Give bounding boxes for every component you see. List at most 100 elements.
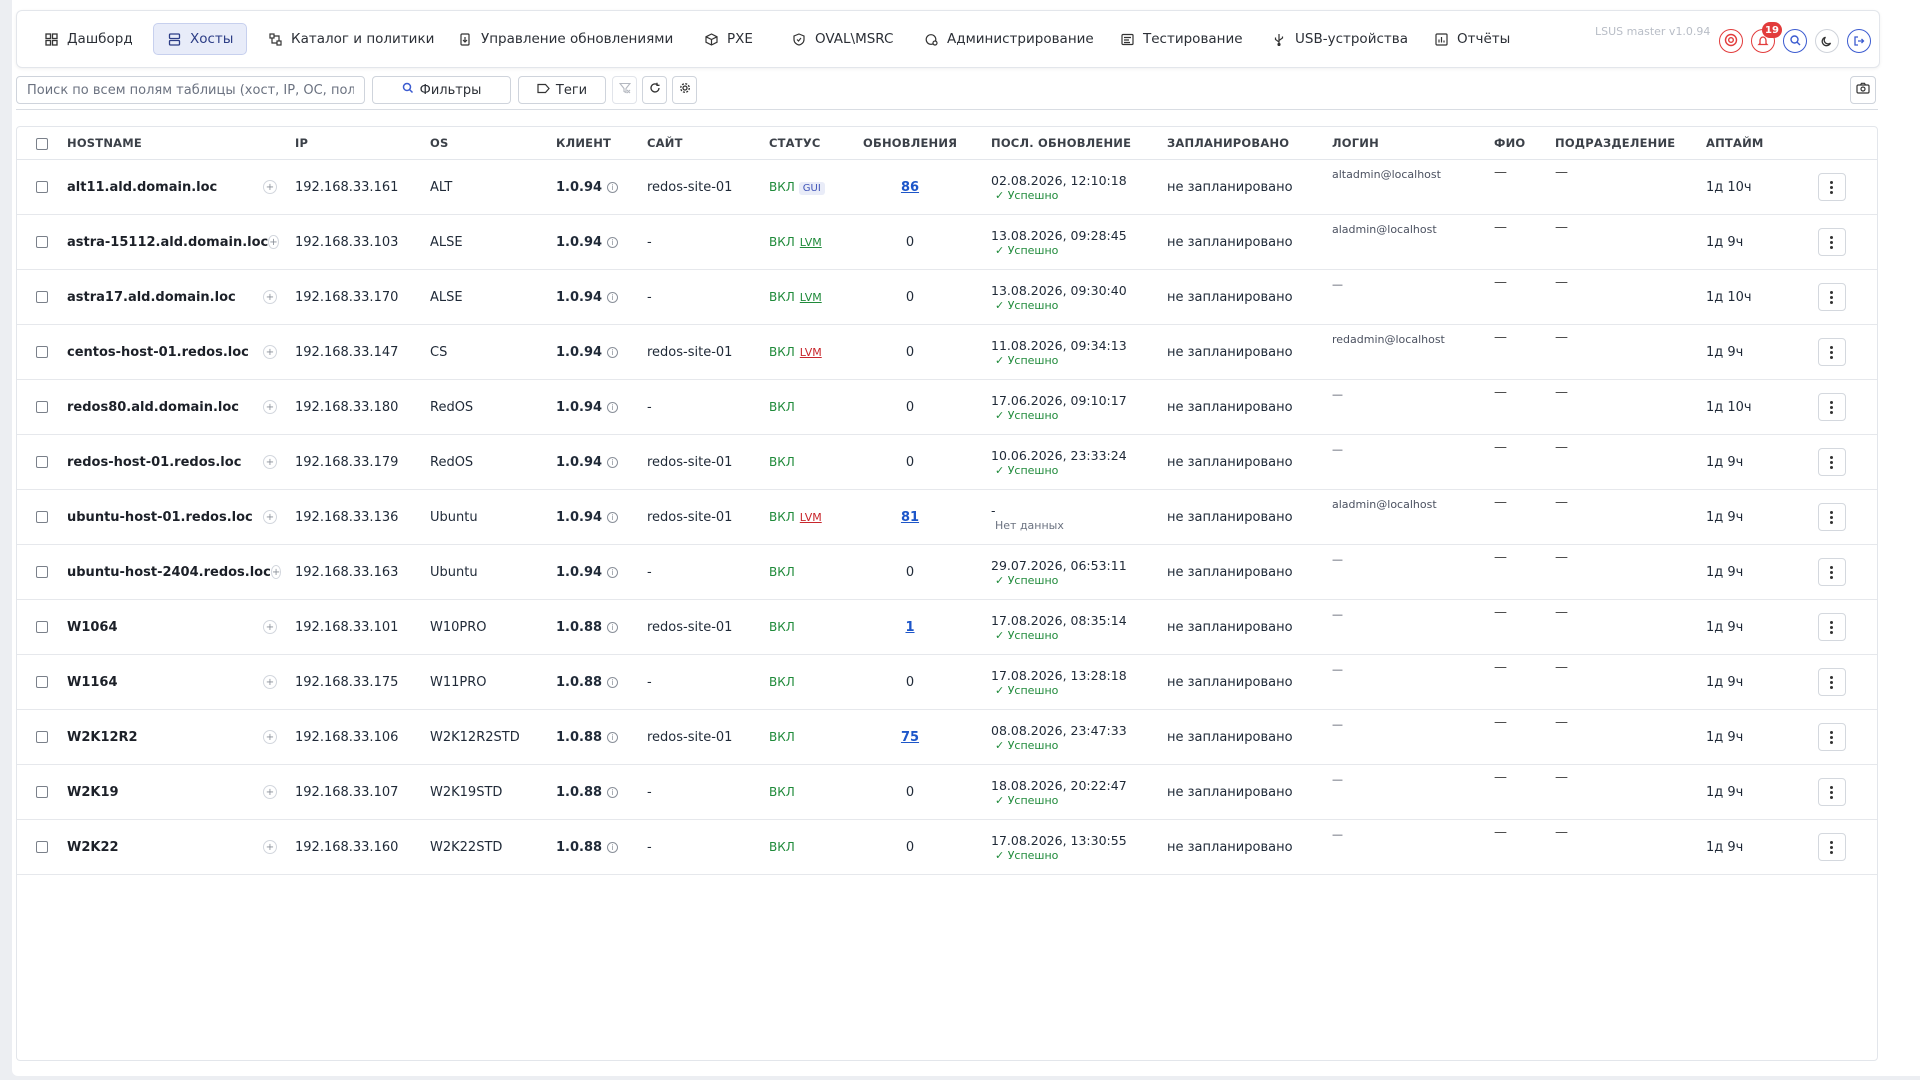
- updates-count[interactable]: 81: [901, 510, 919, 525]
- row-checkbox[interactable]: [36, 841, 48, 853]
- row-actions-menu-button[interactable]: [1817, 283, 1846, 312]
- table-row[interactable]: W2K19 + 192.168.33.107 W2K19STD 1.0.88 i …: [17, 764, 1877, 820]
- col-client[interactable]: КЛИЕНТ: [556, 127, 647, 160]
- info-icon[interactable]: i: [607, 346, 619, 358]
- row-actions-menu-button[interactable]: [1817, 228, 1846, 257]
- info-icon[interactable]: i: [607, 786, 619, 798]
- info-icon[interactable]: i: [607, 566, 619, 578]
- add-tag-plus-icon[interactable]: +: [263, 290, 277, 304]
- theme-toggle-button[interactable]: [1815, 29, 1839, 53]
- col-updates[interactable]: ОБНОВЛЕНИЯ: [863, 127, 991, 160]
- col-ip[interactable]: IP: [295, 127, 430, 160]
- table-row[interactable]: astra-15112.ald.domain.loc + 192.168.33.…: [17, 214, 1877, 270]
- updates-count[interactable]: 75: [901, 730, 919, 745]
- hostname-cell[interactable]: centos-host-01.redos.loc: [67, 345, 249, 360]
- tab-catalog[interactable]: Каталог и политики: [255, 23, 447, 55]
- row-actions-menu-button[interactable]: [1817, 558, 1846, 587]
- add-tag-plus-icon[interactable]: +: [263, 455, 277, 469]
- notifications-button[interactable]: 19: [1751, 22, 1782, 53]
- add-tag-plus-icon[interactable]: +: [263, 675, 277, 689]
- table-row[interactable]: alt11.ald.domain.loc + 192.168.33.161 AL…: [17, 159, 1877, 215]
- hostname-cell[interactable]: W1064: [67, 620, 118, 635]
- add-tag-plus-icon[interactable]: +: [270, 565, 282, 579]
- tab-hosts[interactable]: Хосты: [153, 23, 248, 55]
- tab-administration[interactable]: Администрирование: [911, 23, 1107, 55]
- col-site[interactable]: САЙТ: [647, 127, 769, 160]
- col-uptime[interactable]: АПТАЙМ: [1706, 127, 1786, 160]
- tab-usb-devices[interactable]: USB-устройства: [1259, 23, 1421, 55]
- row-checkbox[interactable]: [36, 621, 48, 633]
- add-tag-plus-icon[interactable]: +: [263, 730, 277, 744]
- tab-dashboard[interactable]: Дашборд: [31, 23, 146, 55]
- info-icon[interactable]: i: [607, 401, 619, 413]
- tab-oval-msrc[interactable]: OVAL\MSRC: [779, 23, 906, 55]
- row-actions-menu-button[interactable]: [1817, 393, 1846, 422]
- hostname-cell[interactable]: astra17.ald.domain.loc: [67, 290, 236, 305]
- info-icon[interactable]: i: [607, 181, 619, 193]
- row-checkbox[interactable]: [36, 786, 48, 798]
- row-actions-menu-button[interactable]: [1817, 723, 1846, 752]
- updates-count[interactable]: 86: [901, 180, 919, 195]
- add-tag-plus-icon[interactable]: +: [263, 785, 277, 799]
- row-actions-menu-button[interactable]: [1817, 448, 1846, 477]
- screenshot-button[interactable]: [1850, 76, 1876, 104]
- table-row[interactable]: redos-host-01.redos.loc + 192.168.33.179…: [17, 434, 1877, 490]
- tab-update-management[interactable]: Управление обновлениями: [445, 23, 686, 55]
- info-icon[interactable]: i: [607, 456, 619, 468]
- info-icon[interactable]: i: [607, 511, 619, 523]
- hostname-cell[interactable]: W2K12R2: [67, 730, 138, 745]
- hostname-cell[interactable]: W2K19: [67, 785, 119, 800]
- tags-button[interactable]: Теги: [518, 76, 606, 104]
- col-last-update[interactable]: ПОСЛ. ОБНОВЛЕНИЕ: [991, 127, 1167, 160]
- row-checkbox[interactable]: [36, 346, 48, 358]
- info-icon[interactable]: i: [607, 676, 619, 688]
- hostname-cell[interactable]: ubuntu-host-2404.redos.loc: [67, 565, 271, 580]
- support-button[interactable]: [1719, 29, 1743, 53]
- table-row[interactable]: ubuntu-host-2404.redos.loc + 192.168.33.…: [17, 544, 1877, 600]
- add-tag-plus-icon[interactable]: +: [263, 510, 277, 524]
- tab-reports[interactable]: Отчёты: [1421, 23, 1523, 55]
- refresh-button[interactable]: [642, 76, 667, 104]
- col-status[interactable]: СТАТУС: [769, 127, 863, 160]
- row-checkbox[interactable]: [36, 401, 48, 413]
- search-zoom-button[interactable]: [1783, 29, 1807, 53]
- tab-pxe[interactable]: PXE: [691, 23, 766, 55]
- row-actions-menu-button[interactable]: [1817, 668, 1846, 697]
- row-checkbox[interactable]: [36, 291, 48, 303]
- add-tag-plus-icon[interactable]: +: [268, 235, 279, 249]
- hostname-cell[interactable]: ubuntu-host-01.redos.loc: [67, 510, 253, 525]
- row-actions-menu-button[interactable]: [1817, 338, 1846, 367]
- row-checkbox[interactable]: [36, 456, 48, 468]
- table-row[interactable]: ubuntu-host-01.redos.loc + 192.168.33.13…: [17, 489, 1877, 545]
- row-actions-menu-button[interactable]: [1817, 778, 1846, 807]
- hostname-cell[interactable]: redos-host-01.redos.loc: [67, 455, 241, 470]
- row-checkbox[interactable]: [36, 676, 48, 688]
- tab-testing[interactable]: Тестирование: [1107, 23, 1256, 55]
- row-checkbox[interactable]: [36, 181, 48, 193]
- table-row[interactable]: centos-host-01.redos.loc + 192.168.33.14…: [17, 324, 1877, 380]
- col-department[interactable]: ПОДРАЗДЕЛЕНИЕ: [1555, 127, 1706, 160]
- info-icon[interactable]: i: [607, 236, 619, 248]
- select-all-checkbox[interactable]: [36, 137, 48, 150]
- hostname-cell[interactable]: astra-15112.ald.domain.loc: [67, 235, 268, 250]
- hostname-cell[interactable]: redos80.ald.domain.loc: [67, 400, 239, 415]
- row-actions-menu-button[interactable]: [1817, 503, 1846, 532]
- table-row[interactable]: redos80.ald.domain.loc + 192.168.33.180 …: [17, 379, 1877, 435]
- logout-button[interactable]: [1847, 29, 1871, 53]
- add-tag-plus-icon[interactable]: +: [263, 180, 277, 194]
- row-actions-menu-button[interactable]: [1817, 833, 1846, 862]
- row-checkbox[interactable]: [36, 566, 48, 578]
- col-scheduled[interactable]: ЗАПЛАНИРОВАНО: [1167, 127, 1332, 160]
- add-tag-plus-icon[interactable]: +: [263, 400, 277, 414]
- info-icon[interactable]: i: [607, 731, 619, 743]
- filters-button[interactable]: Фильтры: [372, 76, 511, 104]
- table-row[interactable]: W1164 + 192.168.33.175 W11PRO 1.0.88 i - …: [17, 654, 1877, 710]
- updates-count[interactable]: 1: [905, 620, 914, 635]
- table-row[interactable]: W1064 + 192.168.33.101 W10PRO 1.0.88 i re…: [17, 599, 1877, 655]
- table-search-input[interactable]: [16, 76, 365, 104]
- table-row[interactable]: astra17.ald.domain.loc + 192.168.33.170 …: [17, 269, 1877, 325]
- add-tag-plus-icon[interactable]: +: [263, 345, 277, 359]
- col-login[interactable]: ЛОГИН: [1332, 127, 1494, 160]
- add-tag-plus-icon[interactable]: +: [263, 840, 277, 854]
- row-checkbox[interactable]: [36, 236, 48, 248]
